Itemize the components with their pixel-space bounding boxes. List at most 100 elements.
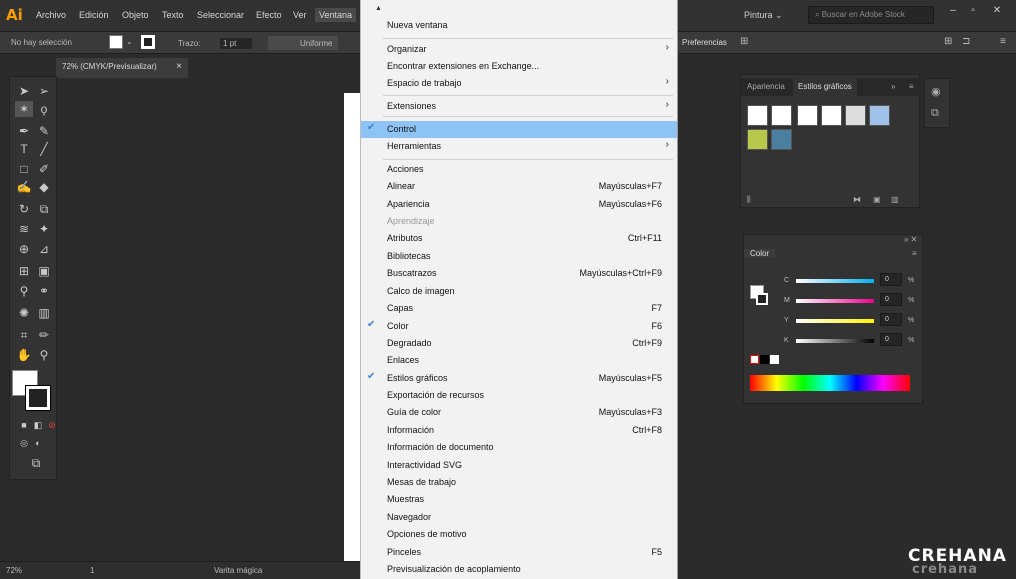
menu-item-atributos[interactable]: Atributos Ctrl+F11 bbox=[361, 230, 677, 247]
draw-behind-icon[interactable]: ◐ bbox=[29, 435, 47, 451]
graphic-style-swatch[interactable] bbox=[771, 129, 792, 150]
graphic-style-swatch[interactable] bbox=[747, 129, 768, 150]
menu-item-buscatrazos[interactable]: Buscatrazos Mayúsculas+Ctrl+F9 bbox=[361, 265, 677, 282]
shape-builder-tool-icon[interactable]: ⊕ bbox=[15, 241, 33, 257]
workspace-switcher[interactable]: Pintura ⌄ bbox=[744, 8, 800, 24]
black-swatch[interactable] bbox=[760, 355, 769, 364]
close-tab-icon[interactable]: × bbox=[176, 61, 182, 72]
perspective-tool-icon[interactable]: ⊿ bbox=[35, 241, 53, 257]
menu-ver[interactable]: Ver bbox=[293, 10, 307, 20]
menu-item-control[interactable]: ✔ Control bbox=[361, 121, 677, 138]
panel-menu-icon[interactable]: ≡ bbox=[912, 249, 917, 258]
tab-estilos-graficos[interactable]: Estilos gráficos bbox=[793, 78, 857, 96]
align-icon[interactable]: ⊞ bbox=[944, 36, 952, 47]
collapse-icon[interactable]: » bbox=[891, 82, 895, 91]
menu-item-alinear[interactable]: Alinear Mayúsculas+F7 bbox=[361, 178, 677, 195]
appearance-icon[interactable]: ◉ bbox=[931, 85, 941, 98]
cyan-value[interactable]: 0 bbox=[880, 273, 902, 286]
stroke-profile-select[interactable]: Uniforme bbox=[268, 36, 338, 50]
fill-swatch[interactable] bbox=[109, 35, 123, 49]
white-swatch[interactable] bbox=[770, 355, 779, 364]
zoom-tool-icon[interactable]: ⚲ bbox=[35, 347, 53, 363]
menu-ventana[interactable]: Ventana bbox=[315, 8, 357, 22]
menu-item-enlaces[interactable]: Enlaces bbox=[361, 352, 677, 369]
warp-tool-icon[interactable]: ≋ bbox=[15, 221, 33, 237]
menu-item-bibliotecas[interactable]: Bibliotecas bbox=[361, 248, 677, 265]
menu-item-mesas-de-trabajo[interactable]: Mesas de trabajo bbox=[361, 474, 677, 491]
menu-item-informacion[interactable]: Información Ctrl+F8 bbox=[361, 422, 677, 439]
symbol-sprayer-tool-icon[interactable]: ✺ bbox=[15, 305, 33, 321]
menu-item-guia-de-color[interactable]: Guía de color Mayúsculas+F3 bbox=[361, 404, 677, 421]
menu-item-color[interactable]: ✔ Color F6 bbox=[361, 318, 677, 335]
stroke-swatch[interactable] bbox=[141, 35, 155, 49]
menu-edicion[interactable]: Edición bbox=[79, 10, 109, 20]
graphic-style-swatch[interactable] bbox=[821, 105, 842, 126]
menu-item-pinceles[interactable]: Pinceles F5 bbox=[361, 544, 677, 561]
new-style-icon[interactable]: ▣ bbox=[873, 195, 881, 204]
menu-objeto[interactable]: Objeto bbox=[122, 10, 149, 20]
menu-item-exportacion-de-recursos[interactable]: Exportación de recursos bbox=[361, 387, 677, 404]
direct-selection-tool-icon[interactable]: ➢ bbox=[35, 83, 53, 99]
menu-item-capas[interactable]: Capas F7 bbox=[361, 300, 677, 317]
graphic-styles-icon[interactable]: ⧉ bbox=[931, 107, 939, 120]
menu-item-encontrar-extensiones-en-exchange[interactable]: Encontrar extensiones en Exchange... bbox=[361, 58, 677, 75]
close-icon[interactable]: ✕ bbox=[990, 5, 1004, 19]
artboard-number[interactable]: 1 bbox=[90, 566, 94, 575]
screen-mode-icon[interactable]: ⧉ bbox=[27, 455, 45, 471]
menu-item-calco-de-imagen[interactable]: Calco de imagen bbox=[361, 283, 677, 300]
puppet-warp-tool-icon[interactable]: ✦ bbox=[35, 221, 53, 237]
document-tab[interactable]: 72% (CMYK/Previsualizar) × bbox=[56, 58, 188, 78]
mesh-tool-icon[interactable]: ⊞ bbox=[15, 263, 33, 279]
graphic-style-swatch[interactable] bbox=[869, 105, 890, 126]
transform-icon[interactable]: ⊞ bbox=[740, 36, 748, 47]
menu-item-herramientas[interactable]: Herramientas › bbox=[361, 138, 677, 155]
menu-item-previsualizacion-de-acoplamiento[interactable]: Previsualización de acoplamiento bbox=[361, 561, 677, 578]
yellow-value[interactable]: 0 bbox=[880, 313, 902, 326]
scroll-up-icon[interactable]: ▲ bbox=[375, 5, 382, 12]
delete-icon[interactable]: ▥ bbox=[891, 195, 899, 204]
lasso-tool-icon[interactable]: ϙ bbox=[35, 101, 53, 117]
menu-archivo[interactable]: Archivo bbox=[36, 10, 66, 20]
black-value[interactable]: 0 bbox=[880, 333, 902, 346]
cyan-slider[interactable] bbox=[796, 279, 874, 283]
menu-texto[interactable]: Texto bbox=[162, 10, 184, 20]
none-swatch[interactable] bbox=[750, 355, 759, 364]
menu-item-interactividad-svg[interactable]: Interactividad SVG bbox=[361, 457, 677, 474]
break-link-icon[interactable]: ⧓ bbox=[853, 195, 861, 204]
black-slider[interactable] bbox=[796, 339, 874, 343]
rotate-tool-icon[interactable]: ↻ bbox=[15, 201, 33, 217]
zoom-level[interactable]: 72% bbox=[6, 566, 22, 575]
panel-menu-icon[interactable]: ≡ bbox=[1000, 36, 1006, 47]
menu-item-extensiones[interactable]: Extensiones › bbox=[361, 98, 677, 115]
rectangle-tool-icon[interactable]: □ bbox=[15, 161, 33, 177]
brush-tool-icon[interactable]: ✐ bbox=[35, 161, 53, 177]
menu-item-muestras[interactable]: Muestras bbox=[361, 491, 677, 508]
pen-tool-icon[interactable]: ✒ bbox=[15, 123, 33, 139]
menu-item-opciones-de-motivo[interactable]: Opciones de motivo bbox=[361, 526, 677, 543]
maximize-icon[interactable]: ▫ bbox=[966, 5, 980, 19]
tab-apariencia[interactable]: Apariencia bbox=[747, 82, 785, 91]
menu-item-informacion-de-documento[interactable]: Información de documento bbox=[361, 439, 677, 456]
menu-item-espacio-de-trabajo[interactable]: Espacio de trabajo › bbox=[361, 75, 677, 92]
graphic-style-swatch[interactable] bbox=[797, 105, 818, 126]
shaper-tool-icon[interactable]: ✍ bbox=[15, 179, 33, 195]
menu-item-degradado[interactable]: Degradado Ctrl+F9 bbox=[361, 335, 677, 352]
library-icon[interactable]: ⫼ bbox=[747, 195, 751, 205]
no-fill-icon[interactable]: ⊘ bbox=[43, 417, 61, 433]
tab-color[interactable]: Color bbox=[744, 249, 776, 258]
line-tool-icon[interactable]: ╱ bbox=[35, 141, 53, 157]
eyedropper-tool-icon[interactable]: ⚲ bbox=[15, 283, 33, 299]
type-tool-icon[interactable]: T bbox=[15, 141, 33, 157]
artboard-tool-icon[interactable]: ⌗ bbox=[15, 327, 33, 343]
menu-efecto[interactable]: Efecto bbox=[256, 10, 282, 20]
panel-menu-icon[interactable]: ≡ bbox=[909, 82, 914, 91]
menu-item-nueva-ventana[interactable]: Nueva ventana bbox=[361, 17, 677, 34]
curvature-tool-icon[interactable]: ✎ bbox=[35, 123, 53, 139]
preferences-button[interactable]: Preferencias bbox=[682, 38, 727, 47]
stroke-weight-field[interactable]: 1 pt bbox=[220, 38, 253, 49]
graphic-style-swatch[interactable] bbox=[771, 105, 792, 126]
menu-seleccionar[interactable]: Seleccionar bbox=[197, 10, 244, 20]
minimize-icon[interactable]: – bbox=[946, 5, 960, 19]
yellow-slider[interactable] bbox=[796, 319, 874, 323]
scale-tool-icon[interactable]: ⧉ bbox=[35, 201, 53, 217]
